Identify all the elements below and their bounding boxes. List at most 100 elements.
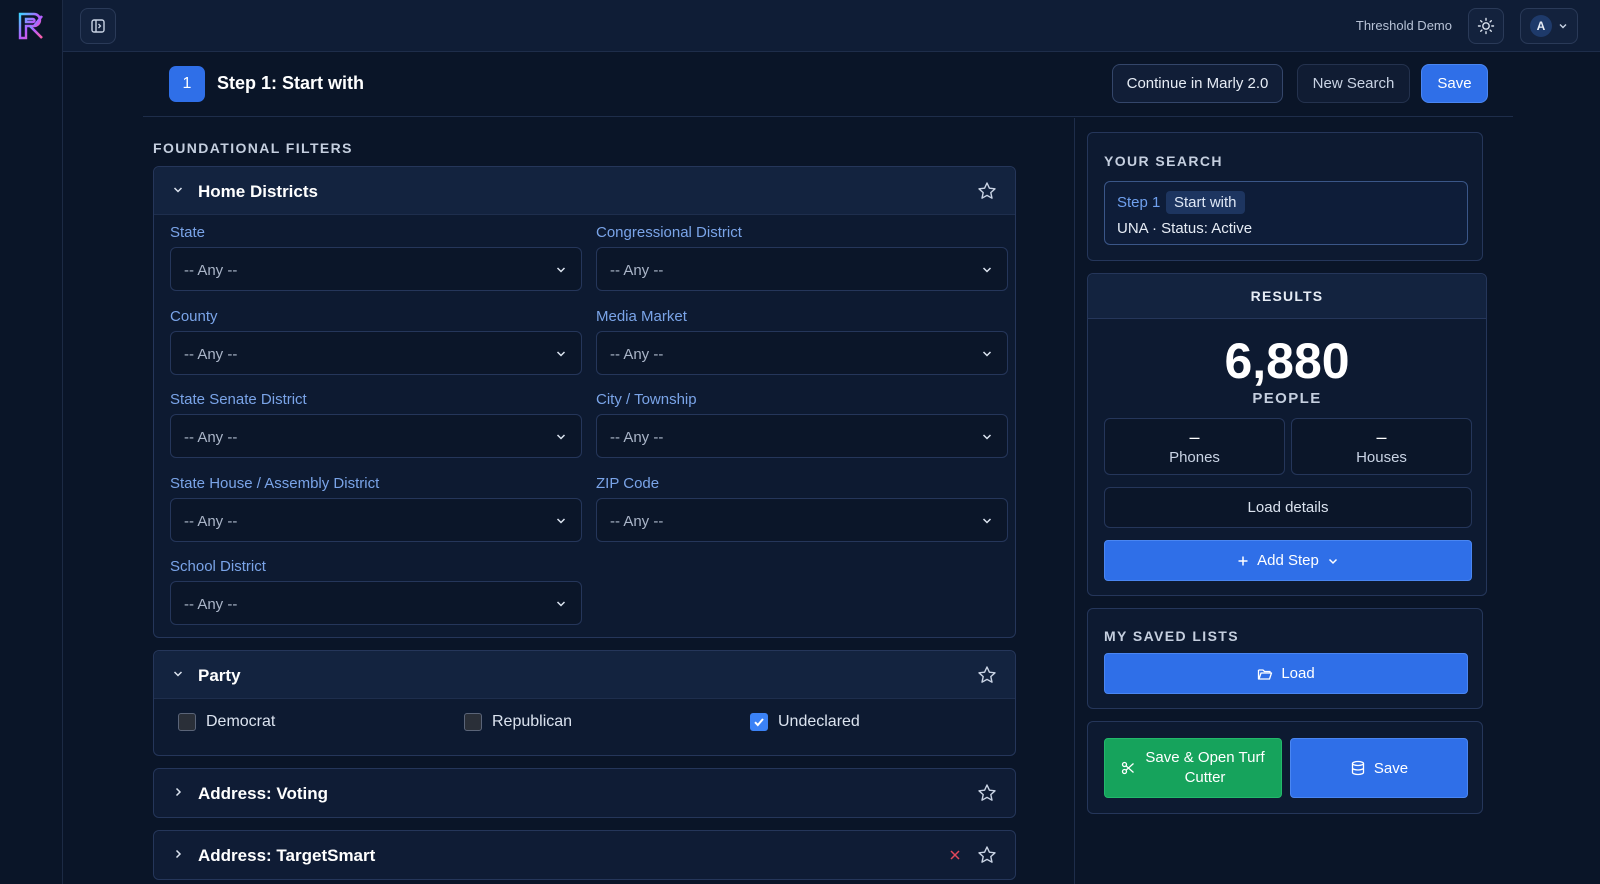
- chevron-down-icon: [982, 351, 992, 357]
- plus-icon: [1238, 556, 1248, 565]
- phones-stat: – Phones: [1104, 418, 1285, 475]
- select-value: -- Any --: [610, 513, 664, 530]
- state-senate-district-select[interactable]: -- Any --: [170, 414, 582, 458]
- field-label-congressional-district: Congressional District: [596, 224, 742, 241]
- party-option-undeclared[interactable]: Undeclared: [750, 713, 860, 731]
- city-township-select[interactable]: -- Any --: [596, 414, 1008, 458]
- saved-lists-card: MY SAVED LISTS Load: [1087, 608, 1483, 709]
- new-search-button[interactable]: New Search: [1297, 64, 1410, 103]
- address-voting-header[interactable]: Address: Voting: [154, 769, 1015, 817]
- card-title: Address: Voting: [198, 784, 329, 803]
- chevron-down-icon: [982, 434, 992, 440]
- step-tag: Step 1: [1117, 194, 1161, 211]
- user-menu-button[interactable]: A: [1520, 8, 1578, 44]
- load-saved-list-button[interactable]: Load: [1104, 653, 1468, 694]
- field-label-state-house-district: State House / Assembly District: [170, 475, 380, 492]
- state-select[interactable]: -- Any --: [170, 247, 582, 291]
- add-step-button[interactable]: Add Step: [1104, 540, 1472, 581]
- congressional-district-select[interactable]: -- Any --: [596, 247, 1008, 291]
- org-name: Threshold Demo: [1355, 18, 1452, 33]
- search-summary[interactable]: Step 1 Start with UNA · Status: Active: [1104, 181, 1468, 245]
- database-icon: [1351, 760, 1365, 776]
- media-market-select[interactable]: -- Any --: [596, 331, 1008, 375]
- school-district-select[interactable]: -- Any --: [170, 581, 582, 625]
- actions-card: Save & Open Turf Cutter Save: [1087, 721, 1483, 814]
- address-targetsmart-header[interactable]: Address: TargetSmart: [154, 831, 1015, 879]
- select-value: -- Any --: [184, 262, 238, 279]
- turf-cutter-label: Save & Open Turf Cutter: [1145, 749, 1265, 786]
- zip-code-select[interactable]: -- Any --: [596, 498, 1008, 542]
- field-label-city-township: City / Township: [596, 391, 697, 408]
- chevron-down-icon: [982, 518, 992, 524]
- search-description: UNA · Status: Active: [1117, 220, 1253, 237]
- chevron-down-icon: [556, 434, 566, 440]
- load-details-button[interactable]: Load details: [1104, 487, 1472, 528]
- party-option-republican[interactable]: Republican: [464, 713, 572, 731]
- select-value: -- Any --: [184, 513, 238, 530]
- houses-label: Houses: [1356, 449, 1407, 466]
- your-search-card: YOUR SEARCH Step 1 Start with UNA · Stat…: [1087, 132, 1483, 261]
- field-label-state: State: [170, 224, 206, 241]
- county-select[interactable]: -- Any --: [170, 331, 582, 375]
- select-value: -- Any --: [184, 346, 238, 363]
- star-icon[interactable]: [977, 783, 997, 803]
- chevron-down-icon: [556, 351, 566, 357]
- chevron-down-icon: [173, 671, 183, 677]
- card-title: Address: TargetSmart: [198, 846, 376, 865]
- save-label: Save: [1373, 759, 1409, 777]
- continue-marly-button[interactable]: Continue in Marly 2.0: [1112, 64, 1283, 103]
- checkbox[interactable]: [178, 713, 196, 731]
- results-label: RESULTS: [1088, 274, 1486, 319]
- party-option-democrat[interactable]: Democrat: [178, 713, 275, 731]
- panel-toggle-icon: [91, 19, 105, 33]
- close-icon[interactable]: [949, 849, 961, 861]
- phones-value: –: [1189, 427, 1200, 447]
- star-icon[interactable]: [977, 845, 997, 865]
- home-districts-header[interactable]: Home Districts: [154, 167, 1015, 215]
- select-value: -- Any --: [610, 429, 664, 446]
- select-value: -- Any --: [184, 596, 238, 613]
- chevron-down-icon: [556, 601, 566, 607]
- checkbox-checked[interactable]: [750, 713, 768, 731]
- results-card: RESULTS 6,880 PEOPLE – Phones – Houses L…: [1087, 273, 1487, 596]
- houses-value: –: [1376, 427, 1387, 447]
- field-label-state-senate-district: State Senate District: [170, 391, 307, 408]
- top-bar: Threshold Demo A: [63, 0, 1600, 52]
- sidebar-toggle-button[interactable]: [80, 8, 116, 44]
- theme-toggle-button[interactable]: [1468, 8, 1504, 44]
- save-open-turf-cutter-button[interactable]: Save & Open Turf Cutter: [1104, 738, 1282, 798]
- chevron-down-icon: [982, 267, 992, 273]
- home-districts-card: Home Districts State -- Any -- Congressi…: [153, 166, 1016, 638]
- avatar: A: [1530, 15, 1552, 37]
- main-content: 1 Step 1: Start with Continue in Marly 2…: [143, 52, 1513, 884]
- party-header[interactable]: Party: [154, 651, 1015, 699]
- your-search-label: YOUR SEARCH: [1104, 153, 1223, 169]
- address-voting-card: Address: Voting: [153, 768, 1016, 818]
- left-rail: [0, 0, 63, 884]
- sun-icon: [1477, 17, 1495, 35]
- state-house-district-select[interactable]: -- Any --: [170, 498, 582, 542]
- result-count: 6,880: [1224, 333, 1350, 389]
- star-icon[interactable]: [977, 181, 997, 201]
- field-label-county: County: [170, 308, 218, 325]
- chevron-right-icon: [175, 787, 182, 797]
- houses-stat: – Houses: [1291, 418, 1472, 475]
- step-number-badge: 1: [169, 66, 205, 102]
- start-tag: Start with: [1166, 191, 1245, 214]
- select-value: -- Any --: [610, 346, 664, 363]
- saved-lists-label: MY SAVED LISTS: [1104, 628, 1239, 644]
- save-button[interactable]: Save: [1421, 64, 1488, 103]
- field-label-school-district: School District: [170, 558, 266, 575]
- save-list-button[interactable]: Save: [1290, 738, 1468, 798]
- star-icon[interactable]: [977, 665, 997, 685]
- step-title: Step 1: Start with: [217, 73, 365, 93]
- checkbox-label: Undeclared: [778, 713, 860, 730]
- party-card: Party Democrat Republican Undeclared: [153, 650, 1016, 756]
- select-value: -- Any --: [610, 262, 664, 279]
- checkbox-label: Democrat: [206, 713, 276, 730]
- chevron-down-icon: [556, 267, 566, 273]
- scissors-icon: [1121, 761, 1134, 775]
- app-logo-icon[interactable]: [16, 10, 48, 42]
- checkbox[interactable]: [464, 713, 482, 731]
- card-title: Party: [198, 666, 241, 685]
